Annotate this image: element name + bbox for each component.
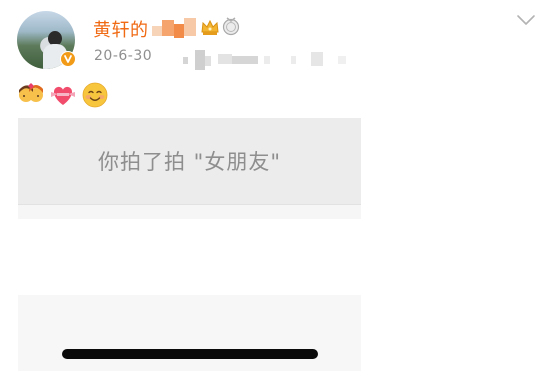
smiling-face-emoji	[82, 82, 108, 108]
username[interactable]: 黄轩的	[93, 16, 149, 42]
card-bottom-strip	[18, 205, 361, 219]
pat-message-card[interactable]: 你拍了拍 "女朋友"	[18, 118, 361, 204]
medal-icon	[222, 17, 240, 36]
verified-badge-icon	[60, 51, 76, 67]
heart-with-ribbon-emoji	[51, 86, 75, 105]
post-header: 黄轩的 20-6-30	[0, 0, 553, 80]
kissing-couple-emoji	[19, 83, 43, 102]
chevron-down-icon[interactable]	[516, 14, 536, 26]
emoji-row	[18, 82, 108, 108]
home-indicator[interactable]	[62, 349, 318, 359]
post-timestamp: 20-6-30	[94, 48, 153, 64]
bottom-panel	[18, 295, 361, 371]
pat-message-text: 你拍了拍 "女朋友"	[98, 150, 281, 174]
crown-icon	[201, 19, 219, 35]
